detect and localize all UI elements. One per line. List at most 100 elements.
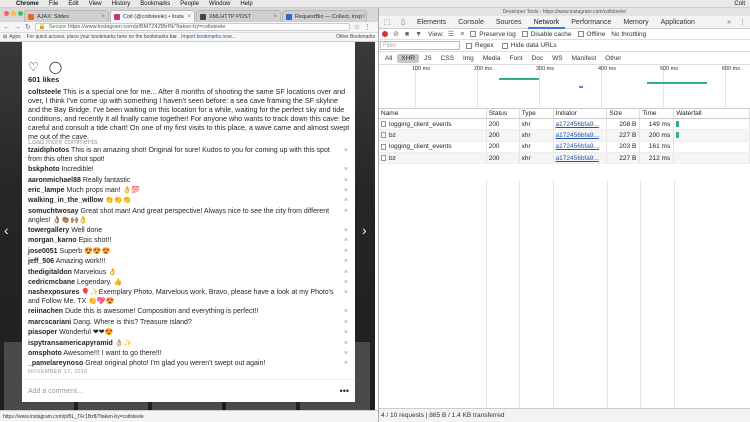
initiator-link[interactable]: a172456bfa9... [554,141,608,152]
menu-chrome[interactable]: Chrome [16,1,39,7]
type-filter-manifest[interactable]: Manifest [568,54,601,63]
type-filter-doc[interactable]: Doc [528,54,548,63]
delete-comment-icon[interactable]: × [344,289,348,298]
menu-file[interactable]: File [49,1,59,7]
column-status[interactable]: Status [487,109,520,118]
tab-elements[interactable]: Elements [411,16,452,29]
delete-comment-icon[interactable]: × [344,350,348,359]
type-filter-xhr[interactable]: XHR [397,53,419,63]
close-tab-icon[interactable]: × [187,14,191,20]
delete-comment-icon[interactable]: × [344,340,348,349]
minimize-window-icon[interactable] [11,11,16,16]
tab-sources[interactable]: Sources [490,16,528,29]
request-name-cell[interactable]: bz [379,152,487,164]
column-size[interactable]: Size [607,109,641,118]
request-name-cell[interactable]: bz [379,130,487,141]
comment-username[interactable]: ispytransamericapyramid [28,340,113,347]
delete-comment-icon[interactable]: × [344,166,348,175]
delete-comment-icon[interactable]: × [344,187,348,196]
delete-comment-icon[interactable]: × [344,360,348,369]
comment-username[interactable]: morgan_karno [28,237,77,244]
delete-comment-icon[interactable]: × [344,208,348,217]
comment-username[interactable]: marcscariani [28,319,71,326]
comment-username[interactable]: thedigitaldon [28,269,72,276]
tab-console[interactable]: Console [452,16,490,29]
delete-comment-icon[interactable]: × [344,258,348,267]
profile-name[interactable]: Colt [734,1,745,7]
post-date[interactable]: NOVEMBER 17, 2016 [28,369,88,375]
other-bookmarks-button[interactable]: Other Bookmarks [336,34,375,40]
next-post-icon[interactable]: › [362,222,367,238]
tab-application[interactable]: Application [655,16,701,29]
close-tab-icon[interactable]: × [273,14,277,20]
tab-memory[interactable]: Memory [617,16,654,29]
close-window-icon[interactable] [4,11,9,16]
menu-people[interactable]: People [180,1,199,7]
comment-username[interactable]: piasoper [28,329,57,336]
add-comment-input[interactable]: Add a comment... [28,388,83,395]
comment-username[interactable]: jose0051 [28,248,58,255]
comment-username[interactable]: cedricmcbane [28,279,75,286]
tab-instagram[interactable]: Colt (@coltsteele) • Insta × [110,10,195,22]
apps-icon[interactable]: ⊞ [3,34,7,40]
clear-icon[interactable]: ⊘ [393,30,399,38]
table-row[interactable]: bz 200 xhr a172456bfa9... 227 B 200 ms [379,130,750,142]
comment-username[interactable]: reiinachen [28,308,63,315]
type-filter-other[interactable]: Other [601,54,625,63]
type-filter-css[interactable]: CSS [437,54,458,63]
initiator-link[interactable]: a172456bfa9... [554,130,608,141]
tab-network[interactable]: Network [527,16,566,29]
camera-icon[interactable]: ■ [405,31,409,38]
more-tabs-icon[interactable]: » [727,19,731,26]
forward-icon[interactable]: → [14,24,21,31]
tab-ajax-slides[interactable]: AJAX: Slides × [24,10,109,22]
menu-view[interactable]: View [89,1,102,7]
likes-count[interactable]: 601 likes [28,75,59,84]
tab-performance[interactable]: Performance [565,16,617,29]
comment-username[interactable]: bskphoto [28,166,60,173]
table-row[interactable]: logging_client_events 200 xhr a172456bfa… [379,141,750,153]
comment-username[interactable]: omsphoto [28,350,62,357]
delete-comment-icon[interactable]: × [344,237,348,246]
menu-help[interactable]: Help [240,1,252,7]
delete-comment-icon[interactable]: × [344,177,348,186]
column-name[interactable]: Name [379,109,487,118]
load-more-comments-link[interactable]: Load more comments [28,137,98,146]
menu-bookmarks[interactable]: Bookmarks [140,1,170,7]
comment-username[interactable]: nashexposures [28,289,79,296]
menu-edit[interactable]: Edit [68,1,78,7]
delete-comment-icon[interactable]: × [344,269,348,278]
filter-icon[interactable]: ▼ [415,31,422,38]
filter-input[interactable]: Filter [380,41,460,50]
menu-window[interactable]: Window [209,1,230,7]
delete-comment-icon[interactable]: × [344,308,348,317]
regex-checkbox[interactable] [466,42,472,49]
network-overview[interactable]: 100 ms 200 ms 300 ms 400 ms 500 ms 600 m… [379,65,750,109]
preserve-log-checkbox[interactable] [470,31,477,37]
type-filter-font[interactable]: Font [506,54,527,63]
apps-button[interactable]: Apps [9,34,20,40]
close-tab-icon[interactable]: × [101,14,105,20]
request-name-cell[interactable]: logging_client_events [379,119,487,130]
comment-username[interactable]: _pamelareynoso [28,360,83,367]
comment-username[interactable]: walking_in_the_willow [28,197,103,204]
table-row[interactable]: bz 200 xhr a172456bfa9... 227 B 212 ms [379,152,750,165]
heart-icon[interactable]: ♡ [28,60,39,74]
delete-comment-icon[interactable]: × [344,329,348,338]
record-icon[interactable] [382,31,388,37]
more-options-icon[interactable]: ••• [340,386,349,396]
tab-xmlhttp-post[interactable]: XMLHTTP POST × [196,10,281,22]
tab-requestbin[interactable]: RequestBin — Collect, insp × [282,10,367,22]
type-filter-js[interactable]: JS [420,54,436,63]
column-initiator[interactable]: Initiator [554,109,608,118]
comment-icon[interactable]: ◯ [49,60,62,74]
inspect-element-icon[interactable]: ⬚ [382,18,392,26]
comment-username[interactable]: somuchtwosay [28,208,79,215]
delete-comment-icon[interactable]: × [344,227,348,236]
previous-post-icon[interactable]: ‹ [4,222,9,238]
close-tab-icon[interactable]: × [362,14,366,20]
column-time[interactable]: Time [640,109,675,118]
maximize-window-icon[interactable] [18,11,23,16]
waterfall-view-icon[interactable]: ≡ [460,31,464,38]
column-waterfall[interactable]: Waterfall [674,109,750,118]
